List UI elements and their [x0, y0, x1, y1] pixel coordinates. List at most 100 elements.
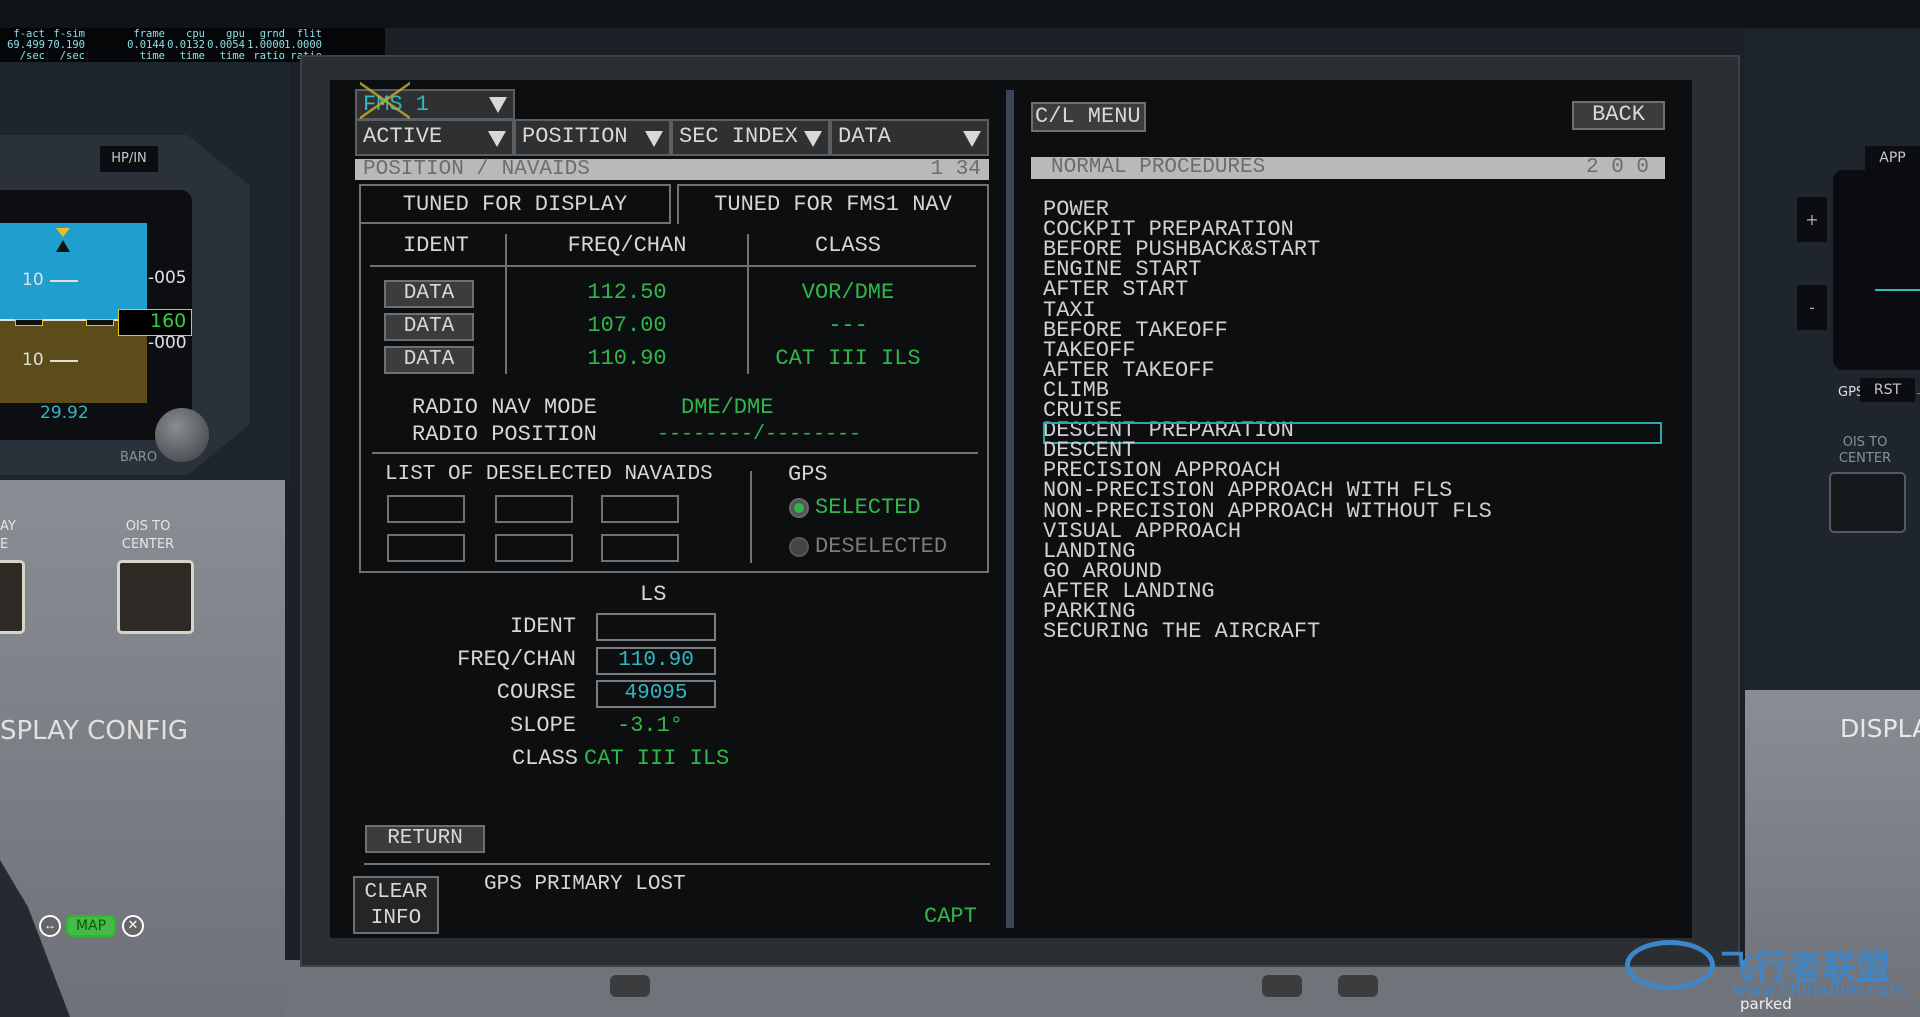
clear-info-button[interactable]: CLEAR INFO — [353, 876, 439, 934]
radio-position-value: --------/-------- — [657, 423, 862, 446]
display-config-label: SPLAY CONFIG — [0, 716, 189, 746]
right-display-label: DISPLA — [1840, 714, 1920, 743]
right-ois-to-center-button[interactable] — [1829, 472, 1906, 533]
bottom-knob-1[interactable] — [610, 975, 650, 997]
deselected-navaid-slot[interactable] — [601, 495, 679, 523]
ois-to-center-button[interactable] — [117, 560, 194, 634]
deselected-navaid-slot[interactable] — [387, 495, 465, 523]
ls-slope-label: SLOPE — [509, 713, 576, 738]
bottom-knob-2[interactable] — [1262, 975, 1302, 997]
radio-position-label: RADIO POSITION — [412, 422, 597, 447]
data-button[interactable]: DATA — [384, 280, 474, 308]
menu-dropdown-data[interactable]: DATA — [830, 119, 989, 156]
ls-class-label: CLASS — [511, 746, 578, 771]
top-bar — [0, 0, 1920, 28]
freq-cell: 112.50 — [587, 280, 667, 305]
side-indicator: CAPT — [924, 904, 977, 929]
fms-cross-mark — [360, 80, 410, 122]
wing-left — [15, 319, 43, 326]
dropdown-triangle-icon — [804, 131, 822, 147]
deselected-navaid-slot[interactable] — [601, 534, 679, 562]
gps-selected-label: SELECTED — [815, 495, 921, 520]
map-close-button[interactable]: ✕ — [122, 915, 144, 937]
gps-divider — [750, 471, 752, 563]
back-button[interactable]: BACK — [1572, 101, 1665, 130]
cl-menu-button[interactable]: C/L MENU — [1031, 102, 1146, 132]
app-button[interactable]: APP — [1865, 146, 1920, 170]
gps-selected-radio[interactable] — [789, 498, 809, 518]
header-class: CLASS — [814, 233, 881, 258]
status-text: parked — [1740, 995, 1792, 1013]
class-cell: CAT III ILS — [775, 346, 921, 371]
hp-in-label: HP/IN — [100, 146, 158, 172]
ls-freq-field[interactable]: 110.90 — [596, 647, 716, 675]
tab-label: TUNED FOR FMS1 NAV — [714, 192, 952, 217]
bottom-knob-3[interactable] — [1338, 975, 1378, 997]
ls-freq-label: FREQ/CHAN — [457, 647, 576, 672]
menu-label: POSITION — [522, 124, 628, 149]
freq-cell: 110.90 — [587, 346, 667, 371]
radio-nav-mode-value: DME/DME — [681, 395, 774, 420]
stat-unit: time — [179, 50, 205, 62]
menu-label: ACTIVE — [363, 124, 443, 149]
checklist-item[interactable]: SECURING THE AIRCRAFT — [1043, 621, 1320, 643]
page-number: 1 34 — [930, 158, 981, 181]
radio-nav-mode-label: RADIO NAV MODE — [412, 395, 597, 420]
center-bottom-panel — [285, 960, 1745, 1017]
class-cell: VOR/DME — [801, 280, 895, 305]
menu-dropdown-active[interactable]: ACTIVE — [355, 119, 514, 156]
gps-label: GPS — [788, 462, 828, 487]
menu-dropdown-position[interactable]: POSITION — [514, 119, 671, 156]
data-button[interactable]: DATA — [384, 346, 474, 374]
header-freq: FREQ/CHAN — [567, 233, 687, 258]
ls-course-field[interactable]: 49095 — [596, 680, 716, 708]
plus-button[interactable]: + — [1797, 197, 1827, 242]
deselected-navaid-slot[interactable] — [495, 495, 573, 523]
col-divider-1 — [505, 234, 507, 374]
radio-dot — [794, 503, 804, 513]
pitch-up-line — [50, 280, 78, 282]
aircraft-symbol-icon — [56, 240, 70, 252]
ls-slope-value: -3.1° — [617, 713, 684, 738]
watermark-logo-icon — [1625, 940, 1715, 990]
map-button[interactable]: MAP — [66, 915, 116, 937]
freq-cell: 107.00 — [587, 313, 667, 338]
tab-tuned-for-fms1-nav[interactable]: TUNED FOR FMS1 NAV — [677, 184, 989, 224]
return-button[interactable]: RETURN — [365, 825, 485, 853]
alt-upper: -005 — [148, 268, 187, 288]
ls-ident-label: IDENT — [509, 614, 576, 639]
left-partial-label: AY E — [0, 519, 16, 552]
baro-knob[interactable] — [155, 408, 209, 462]
deselected-navaid-slot[interactable] — [495, 534, 573, 562]
minus-button[interactable]: - — [1797, 285, 1827, 330]
deselected-navaids-label: LIST OF DESELECTED NAVAIDS — [385, 463, 713, 486]
tab-tuned-for-display[interactable]: TUNED FOR DISPLAY — [359, 184, 671, 224]
section-divider — [372, 452, 978, 454]
col-divider-2 — [747, 234, 749, 374]
dropdown-triangle-icon — [488, 131, 506, 147]
menu-label: DATA — [838, 124, 891, 149]
left-partial-button[interactable] — [0, 560, 25, 634]
message-text: GPS PRIMARY LOST — [484, 873, 686, 896]
alt-value: 160 — [150, 310, 187, 332]
stat-f-sim: f-sim 70.190/sec — [47, 29, 85, 62]
compass-needle — [1875, 289, 1920, 291]
data-button[interactable]: DATA — [384, 313, 474, 341]
ls-class-value: CAT III ILS — [584, 746, 730, 771]
deselected-navaid-slot[interactable] — [387, 534, 465, 562]
message-divider — [364, 863, 990, 865]
tab-underline-left — [359, 222, 671, 224]
stat-unit: time — [219, 50, 245, 62]
map-arrows-button[interactable]: ↔ — [39, 915, 61, 937]
page-title-bar: POSITION / NAVAIDS 1 34 — [355, 159, 989, 180]
menu-dropdown-sec-index[interactable]: SEC INDEX — [671, 119, 830, 156]
gps-deselected-label: DESELECTED — [815, 534, 948, 559]
stat-unit: /sec — [19, 50, 45, 62]
gps-deselected-radio[interactable] — [789, 537, 809, 557]
rst-button[interactable]: RST — [1860, 378, 1915, 402]
menu-label: SEC INDEX — [679, 124, 798, 149]
stat-unit: /sec — [59, 50, 85, 62]
ls-course-label: COURSE — [496, 680, 576, 705]
pitch-down-label: 10 — [22, 350, 44, 370]
ls-ident-field[interactable] — [596, 613, 716, 641]
